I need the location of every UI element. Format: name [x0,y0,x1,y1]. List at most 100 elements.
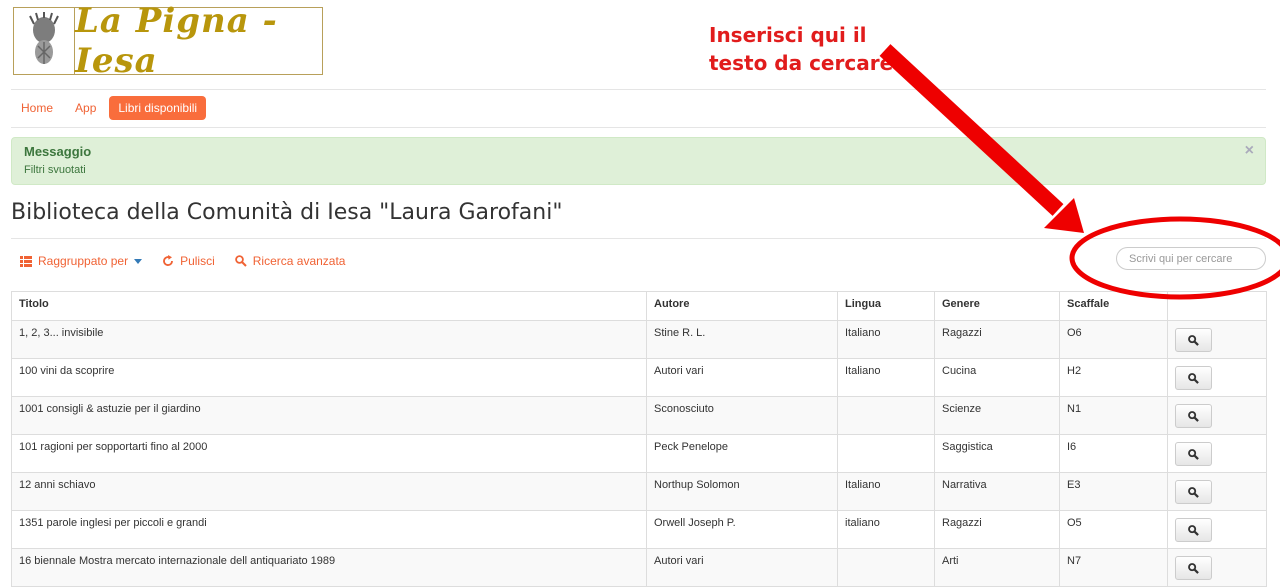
cell-lingua [837,434,935,473]
cell-titolo: 16 biennale Mostra mercato internazional… [11,548,647,587]
annotation-line-1: Inserisci qui il [709,23,867,47]
cell-scaffale: O5 [1059,510,1168,549]
col-titolo[interactable]: Titolo [11,291,647,321]
table-header-row: Titolo Autore Lingua Genere Scaffale [11,291,1267,321]
cell-scaffale: N7 [1059,548,1168,587]
page-title: Biblioteca della Comunità di Iesa "Laura… [11,200,563,225]
cell-autore: Autori vari [646,358,838,397]
col-lingua[interactable]: Lingua [837,291,935,321]
search-icon [1188,524,1199,536]
table-row: 1, 2, 3... invisibile Stine R. L. Italiano… [11,320,1267,359]
header-divider [11,89,1266,90]
cell-genere: Narrativa [934,472,1060,511]
cell-actions [1167,434,1267,473]
cell-actions [1167,396,1267,435]
list-icon [20,255,32,267]
cell-actions [1167,548,1267,587]
cell-titolo: 1, 2, 3... invisibile [11,320,647,359]
view-button[interactable] [1175,518,1212,542]
logo-wordmark: La Pigna - Iesa [75,1,278,81]
cell-scaffale: H2 [1059,358,1168,397]
main-nav: Home App Libri disponibili [12,96,207,120]
cell-scaffale: E3 [1059,472,1168,511]
table-row: 12 anni schiavo Northup Solomon Italiano Na… [11,472,1267,511]
search-input[interactable] [1116,247,1266,270]
cell-autore: Peck Penelope [646,434,838,473]
cell-actions [1167,358,1267,397]
nav-libri-disponibili[interactable]: Libri disponibili [109,96,207,120]
table-row: 1001 consigli & astuzie per il giardino S… [11,396,1267,435]
cell-autore: Stine R. L. [646,320,838,359]
cell-lingua: Italiano [837,472,935,511]
cell-titolo: 1351 parole inglesi per piccoli e grandi [11,510,647,549]
view-button[interactable] [1175,442,1212,466]
advanced-search-label: Ricerca avanzata [252,254,346,268]
cell-titolo: 101 ragioni per sopportarti fino al 2000 [11,434,647,473]
cell-genere: Ragazzi [934,320,1060,359]
message-alert: Messaggio Filtri svuotati × [11,137,1266,185]
search-icon [1188,448,1199,460]
nav-app[interactable]: App [66,96,105,120]
col-genere[interactable]: Genere [934,291,1060,321]
cell-actions [1167,510,1267,549]
group-by-button[interactable]: Raggruppato per [20,254,143,268]
view-button[interactable] [1175,480,1212,504]
cell-lingua: italiano [837,510,935,549]
cell-actions [1167,320,1267,359]
cell-autore: Autori vari [646,548,838,587]
cell-genere: Saggistica [934,434,1060,473]
advanced-search-button[interactable]: Ricerca avanzata [234,254,346,268]
col-scaffale[interactable]: Scaffale [1059,291,1168,321]
cell-titolo: 1001 consigli & astuzie per il giardino [11,396,647,435]
cell-lingua [837,548,935,587]
search-icon [1188,410,1199,422]
annotation-text: Inserisci qui il testo da cercare [709,21,893,77]
cell-actions [1167,472,1267,511]
cell-scaffale: O6 [1059,320,1168,359]
view-button[interactable] [1175,328,1212,352]
alert-title: Messaggio [24,144,92,159]
site-logo[interactable]: La Pigna - Iesa [13,1,323,81]
nav-divider [11,127,1266,128]
cell-lingua: Italiano [837,320,935,359]
view-button[interactable] [1175,556,1212,580]
pine-cone-logo-icon [14,8,75,74]
search-icon [1188,372,1199,384]
cell-genere: Arti [934,548,1060,587]
cell-titolo: 12 anni schiavo [11,472,647,511]
cell-genere: Cucina [934,358,1060,397]
group-by-label: Raggruppato per [38,254,129,268]
col-autore[interactable]: Autore [646,291,838,321]
table-row: 16 biennale Mostra mercato internazional… [11,548,1267,587]
table-row: 100 vini da scoprire Autori vari Italiano C… [11,358,1267,397]
cell-scaffale: N1 [1059,396,1168,435]
cell-scaffale: I6 [1059,434,1168,473]
table-row: 101 ragioni per sopportarti fino al 2000… [11,434,1267,473]
cell-autore: Sconosciuto [646,396,838,435]
toolbar: Raggruppato per Pulisci Ricerca avanzata [20,254,345,268]
cell-titolo: 100 vini da scoprire [11,358,647,397]
cell-lingua: Italiano [837,358,935,397]
search-icon [234,255,247,267]
col-actions [1167,291,1267,321]
search-icon [1188,334,1199,346]
alert-message: Filtri svuotati [24,164,86,176]
cell-autore: Northup Solomon [646,472,838,511]
clear-button[interactable]: Pulisci [162,254,215,268]
nav-home[interactable]: Home [12,96,62,120]
table-row: 1351 parole inglesi per piccoli e grandi… [11,510,1267,549]
search-icon [1188,562,1199,574]
search-icon [1188,486,1199,498]
refresh-icon [163,255,173,266]
view-button[interactable] [1175,404,1212,428]
cell-genere: Scienze [934,396,1060,435]
cell-genere: Ragazzi [934,510,1060,549]
cell-autore: Orwell Joseph P. [646,510,838,549]
view-button[interactable] [1175,366,1212,390]
cell-lingua [837,396,935,435]
books-table: Titolo Autore Lingua Genere Scaffale 1, … [11,291,1267,587]
annotation-line-2: testo da cercare [709,51,894,75]
clear-label: Pulisci [180,254,215,268]
alert-close-icon[interactable]: × [1245,142,1254,160]
title-divider [11,238,1266,239]
